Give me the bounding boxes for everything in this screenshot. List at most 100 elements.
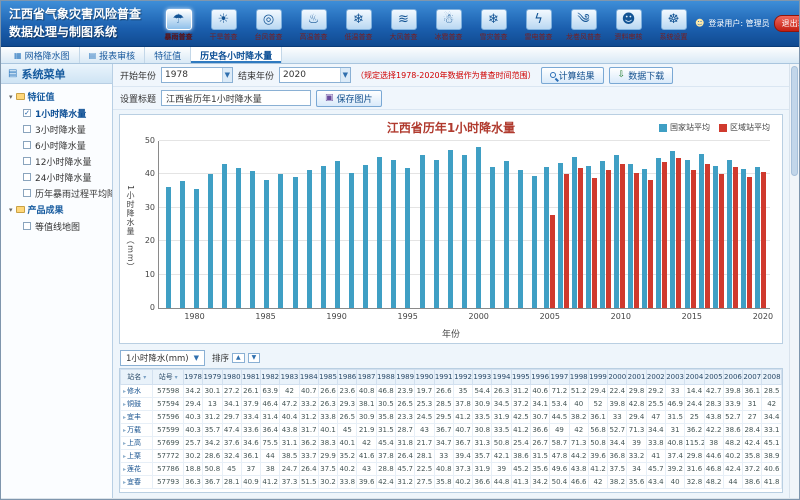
sort-control: 排序 ▲ ▼: [212, 352, 260, 364]
save-image-button[interactable]: ▣ 保存图片: [316, 90, 382, 107]
table-row[interactable]: ▸莲花5778618.850.845373824.726.437.540.243…: [121, 463, 782, 476]
end-year-select[interactable]: 2020 ▼: [279, 67, 351, 83]
module-review[interactable]: ☻资料审核: [607, 9, 650, 42]
col-header-year[interactable]: 1992: [453, 370, 472, 385]
col-header-year[interactable]: 1998: [569, 370, 588, 385]
value-cell: 38: [261, 463, 280, 476]
sort-desc-button[interactable]: ▼: [248, 353, 261, 364]
col-header-year[interactable]: 1987: [357, 370, 376, 385]
module-settings[interactable]: ☸系统设置: [652, 9, 695, 42]
col-header-year[interactable]: 1997: [550, 370, 569, 385]
tree-item[interactable]: 历年暴雨过程平均降水: [3, 185, 110, 201]
value-cell: 41.6: [357, 450, 376, 463]
module-rain[interactable]: ☂暴雨普查: [157, 9, 200, 42]
col-header-year[interactable]: 1982: [261, 370, 280, 385]
col-header-year[interactable]: 1985: [318, 370, 337, 385]
col-header-year[interactable]: 2001: [627, 370, 646, 385]
station-name-cell: ▸莲花: [121, 463, 153, 476]
tree-item-label: 历年暴雨过程平均降水: [35, 187, 113, 200]
chart-title-input[interactable]: [161, 90, 311, 106]
value-cell: 25: [685, 411, 704, 424]
tree-item[interactable]: 12小时降水量: [3, 153, 110, 169]
col-header-year[interactable]: 1999: [588, 370, 607, 385]
table-row[interactable]: ▸宜春5779336.336.728.140.941.237.351.530.2…: [121, 476, 782, 489]
col-header-year[interactable]: 1993: [473, 370, 492, 385]
metric-select[interactable]: 1小时降水(mm) ▼: [120, 350, 205, 366]
chevron-down-icon: ▼: [340, 68, 350, 82]
col-header-year[interactable]: 1978: [183, 370, 202, 385]
col-header-year[interactable]: 1979: [203, 370, 222, 385]
col-header-year[interactable]: 1980: [222, 370, 241, 385]
value-cell: 40.3: [183, 411, 202, 424]
module-label: 干旱普查: [202, 32, 245, 42]
tree-group[interactable]: ▾产品成果: [3, 201, 110, 218]
tree-item[interactable]: 24小时降水量: [3, 169, 110, 185]
col-header-year[interactable]: 1983: [280, 370, 299, 385]
tab-4[interactable]: 历史各小时降水量: [191, 47, 282, 63]
module-cold[interactable]: ❄低温普查: [337, 9, 380, 42]
year-slot: [711, 141, 725, 308]
table-row[interactable]: ▸上高5769925.734.237.634.675.531.136.238.3…: [121, 437, 782, 450]
col-header-year[interactable]: 2007: [743, 370, 762, 385]
end-year-label: 结束年份: [238, 69, 274, 82]
module-typhoon[interactable]: ◎台风普查: [247, 9, 290, 42]
module-snow[interactable]: ❄雪灾普查: [472, 9, 515, 42]
col-header-year[interactable]: 1989: [396, 370, 415, 385]
module-tornado[interactable]: ༄龙卷风普查: [562, 9, 605, 42]
bar-national: [600, 161, 605, 308]
col-header-year[interactable]: 2006: [723, 370, 742, 385]
value-cell: 47.2: [280, 398, 299, 411]
col-header-year[interactable]: 1990: [415, 370, 434, 385]
col-header-id[interactable]: 站号 ▾: [153, 370, 183, 385]
col-header-year[interactable]: 1981: [241, 370, 260, 385]
logout-button[interactable]: 退出系统: [774, 15, 800, 32]
col-header-year[interactable]: 1986: [338, 370, 357, 385]
table-row[interactable]: ▸铜鼓5759429.41334.137.946.447.233.226.329…: [121, 398, 782, 411]
col-header-year[interactable]: 1995: [511, 370, 530, 385]
table-row[interactable]: ▸修水5759834.230.127.226.163.94240.726.623…: [121, 385, 782, 398]
tab-3[interactable]: 特征值: [145, 47, 191, 63]
col-header-year[interactable]: 1994: [492, 370, 511, 385]
tree-item[interactable]: 6小时降水量: [3, 137, 110, 153]
table-row[interactable]: ▸宜丰5759640.331.229.733.431.440.431.233.8…: [121, 411, 782, 424]
value-cell: 49: [550, 424, 569, 437]
col-header-year[interactable]: 1984: [299, 370, 318, 385]
col-header-year[interactable]: 2003: [665, 370, 684, 385]
table-row[interactable]: ▸万载5759940.335.747.433.636.443.831.740.1…: [121, 424, 782, 437]
col-header-year[interactable]: 2002: [646, 370, 665, 385]
value-cell: 44: [723, 476, 742, 489]
col-header-station[interactable]: 站名 ▾: [121, 370, 153, 385]
calc-button[interactable]: 计算结果: [541, 67, 604, 84]
col-header-year[interactable]: 1991: [434, 370, 453, 385]
page-scrollbar[interactable]: [789, 64, 799, 498]
tab-1[interactable]: ▦网格降水图: [5, 47, 80, 63]
value-cell: 36.2: [685, 424, 704, 437]
col-header-year[interactable]: 1988: [376, 370, 395, 385]
value-cell: 38.6: [743, 476, 762, 489]
tree-item[interactable]: 3小时降水量: [3, 121, 110, 137]
col-header-year[interactable]: 1996: [531, 370, 550, 385]
value-cell: 28.8: [376, 463, 395, 476]
tree-item[interactable]: ✓1小时降水量: [3, 105, 110, 121]
module-heat[interactable]: ♨高温普查: [292, 9, 335, 42]
sort-asc-button[interactable]: ▲: [232, 353, 245, 364]
scrollbar-thumb[interactable]: [791, 66, 798, 176]
start-year-select[interactable]: 1978 ▼: [161, 67, 233, 83]
col-header-year[interactable]: 2005: [704, 370, 723, 385]
user-icon: ☻: [695, 19, 704, 29]
tab-2[interactable]: ▤报表审核: [80, 47, 146, 63]
tree-item[interactable]: 等值线地图: [3, 218, 110, 234]
table-row[interactable]: ▸上栗5777230.228.632.436.14438.533.729.935…: [121, 450, 782, 463]
module-drought[interactable]: ☀干旱普查: [202, 9, 245, 42]
module-lightning[interactable]: ϟ雷电普查: [517, 9, 560, 42]
value-cell: 41: [646, 450, 665, 463]
value-cell: 28.5: [762, 385, 782, 398]
module-hail[interactable]: ☃冰雹普查: [427, 9, 470, 42]
value-cell: 34.4: [608, 437, 627, 450]
col-header-year[interactable]: 2008: [762, 370, 782, 385]
download-button[interactable]: ⇩ 数据下载: [609, 67, 674, 84]
module-wind[interactable]: ≋大风普查: [382, 9, 425, 42]
col-header-year[interactable]: 2000: [608, 370, 627, 385]
col-header-year[interactable]: 2004: [685, 370, 704, 385]
tree-group[interactable]: ▾特征值: [3, 88, 110, 105]
